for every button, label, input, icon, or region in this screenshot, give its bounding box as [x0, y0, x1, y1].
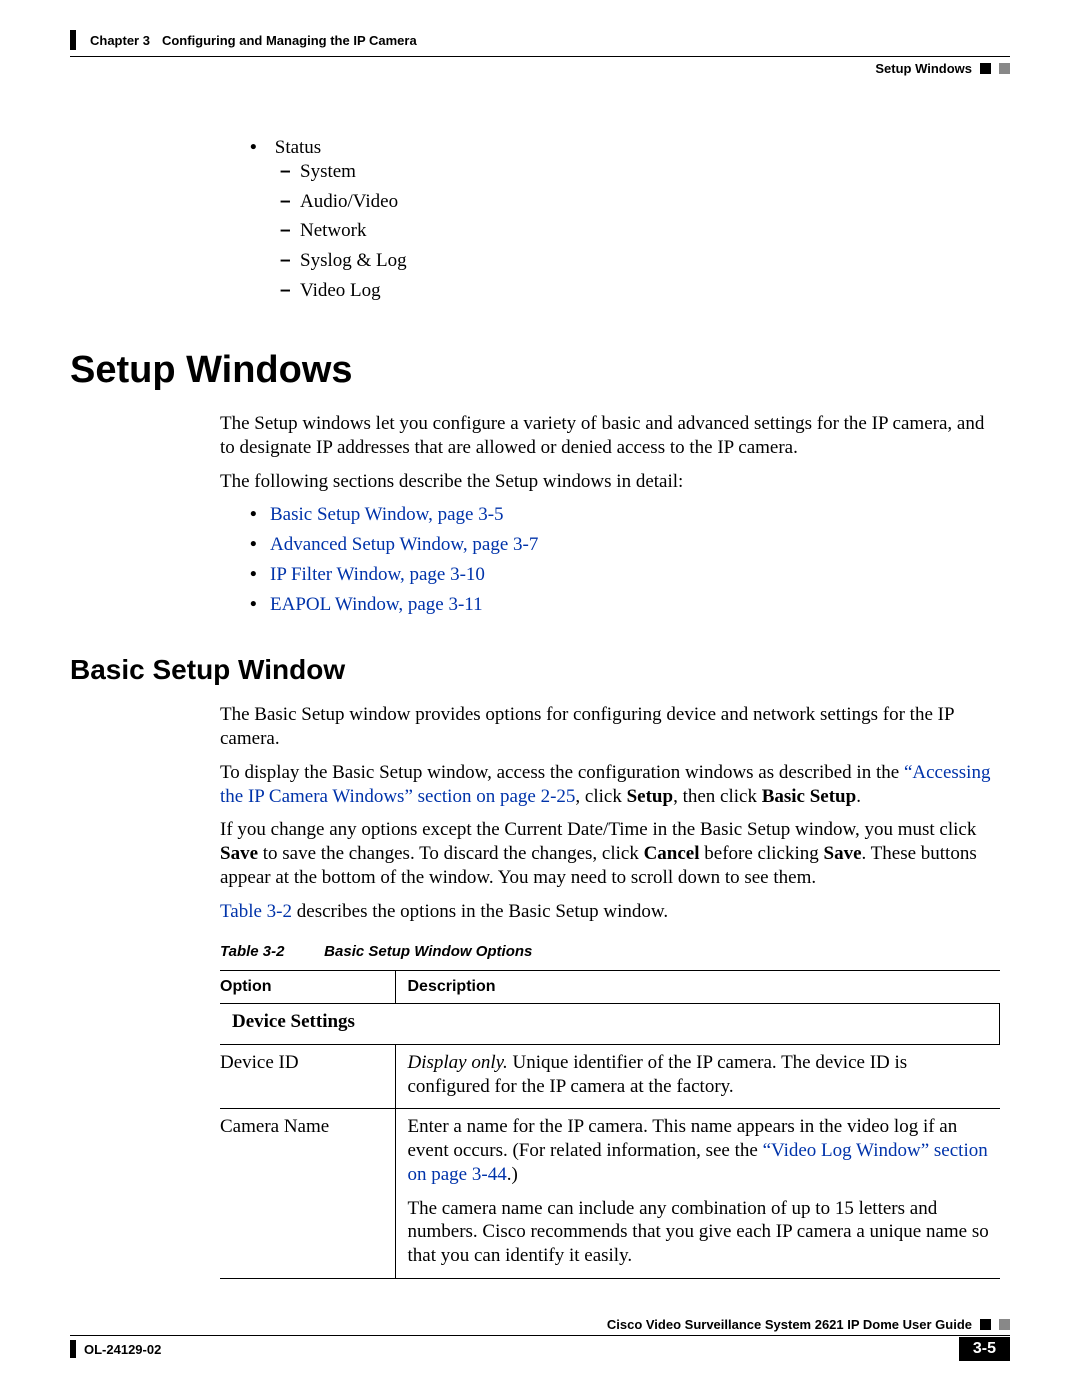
- heading-setup-windows: Setup Windows: [70, 347, 1000, 395]
- list-item-label: Status: [275, 137, 321, 158]
- text: , then click: [673, 786, 762, 807]
- square-icon: [999, 1319, 1010, 1330]
- table-row: Device ID Display only. Unique identifie…: [220, 1044, 1000, 1109]
- text: before clicking: [700, 843, 824, 864]
- ui-term: Save: [824, 843, 862, 864]
- page-header: Chapter 3 Configuring and Managing the I…: [70, 30, 1010, 50]
- heading-basic-setup-window: Basic Setup Window: [70, 652, 1000, 687]
- option-cell: Camera Name: [220, 1109, 395, 1279]
- chapter-label: Chapter 3: [90, 33, 150, 48]
- paragraph: The Basic Setup window provides options …: [220, 703, 1000, 751]
- ui-term: Basic Setup: [762, 786, 857, 807]
- table-subheader-row: Device Settings: [220, 1004, 1000, 1045]
- table-row: Camera Name Enter a name for the IP came…: [220, 1109, 1000, 1279]
- footer-row: OL-24129-02 3-5: [70, 1337, 1010, 1361]
- ui-term: Setup: [627, 786, 673, 807]
- guide-title: Cisco Video Surveillance System 2621 IP …: [607, 1317, 972, 1332]
- column-header-option: Option: [220, 971, 395, 1004]
- doc-id-text: OL-24129-02: [84, 1342, 161, 1357]
- page-footer: Cisco Video Surveillance System 2621 IP …: [70, 1317, 1010, 1361]
- doc-id: OL-24129-02: [70, 1340, 161, 1358]
- text: describes the options in the Basic Setup…: [292, 901, 668, 922]
- xref-link[interactable]: Table 3-2: [220, 901, 292, 922]
- header-right: Setup Windows: [875, 61, 1010, 76]
- paragraph: The Setup windows let you configure a va…: [220, 412, 1000, 460]
- section-links-list: Basic Setup Window, page 3-5 Advanced Se…: [250, 503, 1000, 616]
- xref-link[interactable]: Basic Setup Window, page 3-5: [270, 504, 504, 525]
- paragraph: If you change any options except the Cur…: [220, 818, 1000, 889]
- square-icon: [980, 63, 991, 74]
- xref-link[interactable]: EAPOL Window, page 3-11: [270, 594, 483, 615]
- table-title: Basic Setup Window Options: [324, 943, 532, 960]
- xref-link[interactable]: IP Filter Window, page 3-10: [270, 564, 485, 585]
- paragraph: The following sections describe the Setu…: [220, 470, 1000, 494]
- list-item-label: Audio/Video: [300, 191, 398, 212]
- list-item-label: Video Log: [300, 280, 381, 301]
- table-header-row: Option Description: [220, 971, 1000, 1004]
- options-table: Option Description Device Settings Devic…: [220, 970, 1000, 1279]
- text: .: [856, 786, 861, 807]
- text: .): [507, 1164, 518, 1185]
- text: , click: [575, 786, 626, 807]
- description-cell: Display only. Unique identifier of the I…: [395, 1044, 1000, 1109]
- option-cell: Device ID: [220, 1044, 395, 1109]
- column-header-description: Description: [395, 971, 1000, 1004]
- emphasis: Display only.: [408, 1052, 508, 1073]
- header-bar-icon: [70, 30, 76, 50]
- square-icon: [980, 1319, 991, 1330]
- list-item-label: Syslog & Log: [300, 250, 407, 271]
- ui-term: Cancel: [644, 843, 700, 864]
- text: to save the changes. To discard the chan…: [258, 843, 644, 864]
- text: The camera name can include any combinat…: [408, 1197, 990, 1268]
- text: To display the Basic Setup window, acces…: [220, 762, 904, 783]
- page-content: Status System Audio/Video Network Syslog…: [70, 136, 1010, 1279]
- table-subheader: Device Settings: [220, 1004, 1000, 1045]
- paragraph: Table 3-2 describes the options in the B…: [220, 900, 1000, 924]
- ui-term: Save: [220, 843, 258, 864]
- header-section: Setup Windows: [875, 61, 972, 76]
- xref-link[interactable]: Advanced Setup Window, page 3-7: [270, 534, 538, 555]
- page-header-sub: Setup Windows: [70, 57, 1010, 76]
- description-cell: Enter a name for the IP camera. This nam…: [395, 1109, 1000, 1279]
- paragraph: To display the Basic Setup window, acces…: [220, 761, 1000, 809]
- table-caption: Table 3-2 Basic Setup Window Options: [220, 943, 1000, 962]
- footer-bar-icon: [70, 1340, 76, 1358]
- status-sublist: System Audio/Video Network Syslog & Log …: [280, 160, 1000, 303]
- header-left: Chapter 3 Configuring and Managing the I…: [70, 30, 417, 50]
- text: If you change any options except the Cur…: [220, 819, 976, 840]
- table-number: Table 3-2: [220, 943, 320, 962]
- page-number: 3-5: [959, 1337, 1010, 1361]
- square-icon: [999, 63, 1010, 74]
- document-page: Chapter 3 Configuring and Managing the I…: [0, 0, 1080, 1397]
- footer-guide-line: Cisco Video Surveillance System 2621 IP …: [70, 1317, 1010, 1336]
- list-item-label: Network: [300, 220, 366, 241]
- chapter-title: Configuring and Managing the IP Camera: [162, 33, 417, 48]
- status-list: Status System Audio/Video Network Syslog…: [250, 136, 1000, 303]
- list-item-label: System: [300, 161, 356, 182]
